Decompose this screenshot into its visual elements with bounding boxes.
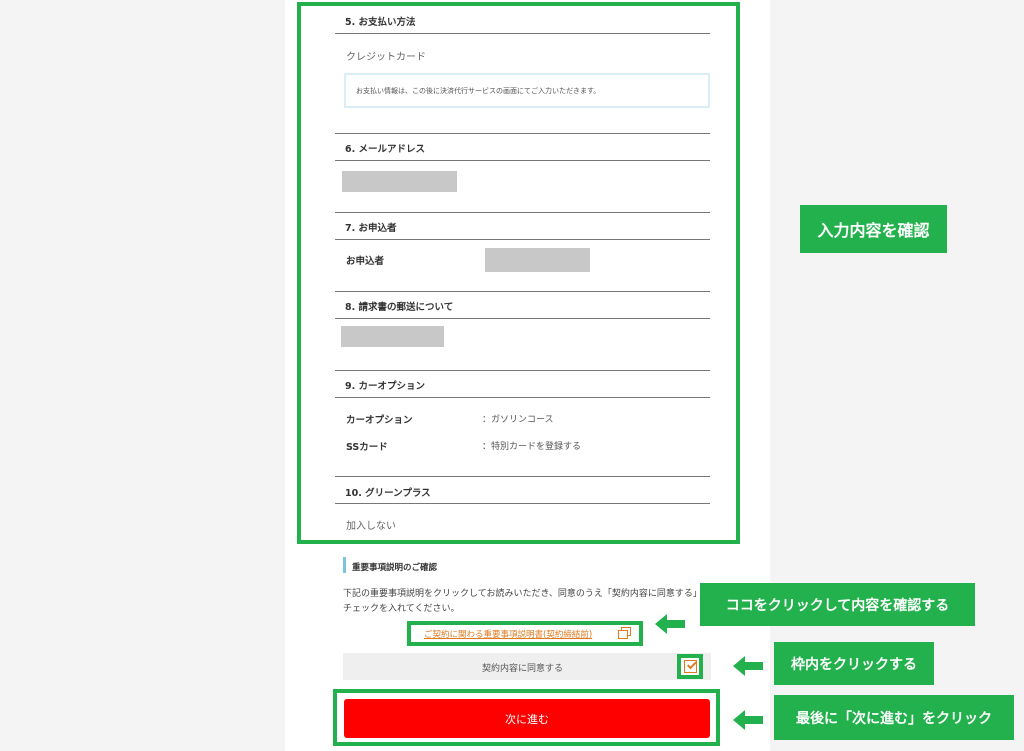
callout-confirm-input: 入力内容を確認 bbox=[800, 205, 947, 253]
ss-card-label: SSカード bbox=[346, 442, 388, 453]
section-title-payment: 5. お支払い方法 bbox=[345, 17, 416, 28]
divider bbox=[335, 239, 710, 240]
divider bbox=[335, 133, 710, 134]
section-title-car-option: 9. カーオプション bbox=[345, 381, 426, 392]
divider bbox=[335, 318, 710, 319]
car-option-label: カーオプション bbox=[346, 415, 413, 426]
external-window-icon[interactable] bbox=[618, 627, 631, 639]
section-title-invoice: 8. 請求書の郵送について bbox=[345, 302, 454, 313]
invoice-value-redacted bbox=[341, 326, 444, 347]
divider bbox=[335, 370, 710, 371]
arrow-left-icon bbox=[733, 710, 763, 730]
green-plus-value: 加入しない bbox=[346, 521, 396, 532]
callout-click-next: 最後に「次に進む」をクリック bbox=[774, 695, 1014, 740]
payment-method-value: クレジットカード bbox=[346, 52, 426, 63]
divider bbox=[335, 476, 710, 477]
agree-label: 契約内容に同意する bbox=[482, 664, 564, 674]
callout-click-box: 枠内をクリックする bbox=[774, 642, 934, 685]
next-button[interactable]: 次に進む bbox=[344, 699, 710, 738]
applicant-value-redacted bbox=[485, 248, 590, 272]
divider bbox=[335, 397, 710, 398]
divider bbox=[335, 503, 710, 504]
ss-card-value: ：特別カードを登録する bbox=[482, 442, 582, 452]
divider bbox=[335, 212, 710, 213]
important-description: 下記の重要事項説明をクリックしてお読みいただき、同意のうえ「契約内容に同意する」… bbox=[343, 589, 711, 614]
applicant-label: お申込者 bbox=[346, 256, 385, 267]
payment-notice: お支払い情報は、この後に決済代行サービスの画面にてご入力いただきます。 bbox=[344, 73, 710, 108]
important-document-link[interactable]: ご契約に関わる重要事項説明書(契約締結前) bbox=[424, 628, 592, 640]
divider bbox=[335, 33, 710, 34]
email-value-redacted bbox=[342, 171, 457, 192]
callout-click-link: ココをクリックして内容を確認する bbox=[700, 583, 975, 626]
section-title-green-plus: 10. グリーンプラス bbox=[345, 488, 431, 499]
section-title-applicant: 7. お申込者 bbox=[345, 223, 397, 234]
divider bbox=[335, 160, 710, 161]
arrow-left-icon bbox=[733, 656, 763, 676]
divider bbox=[335, 291, 710, 292]
important-title: 重要事項説明のご確認 bbox=[352, 563, 438, 573]
section-title-email: 6. メールアドレス bbox=[345, 144, 426, 155]
section-accent-bar bbox=[343, 557, 346, 573]
arrow-left-icon bbox=[655, 614, 685, 634]
car-option-value: ：ガソリンコース bbox=[482, 415, 554, 425]
